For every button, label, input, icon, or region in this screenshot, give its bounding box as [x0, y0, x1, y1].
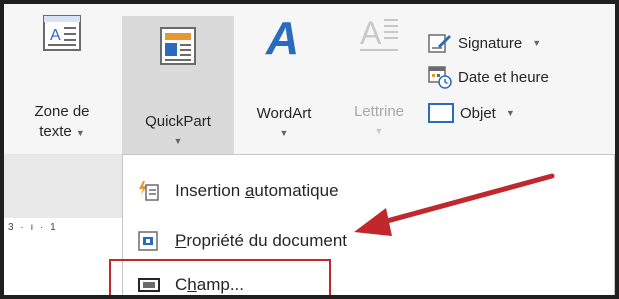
- screenshot-frame: A Zone de texte ▼ QuickPart ▼ A WordArt …: [0, 0, 619, 299]
- annotation-arrow: [354, 173, 555, 236]
